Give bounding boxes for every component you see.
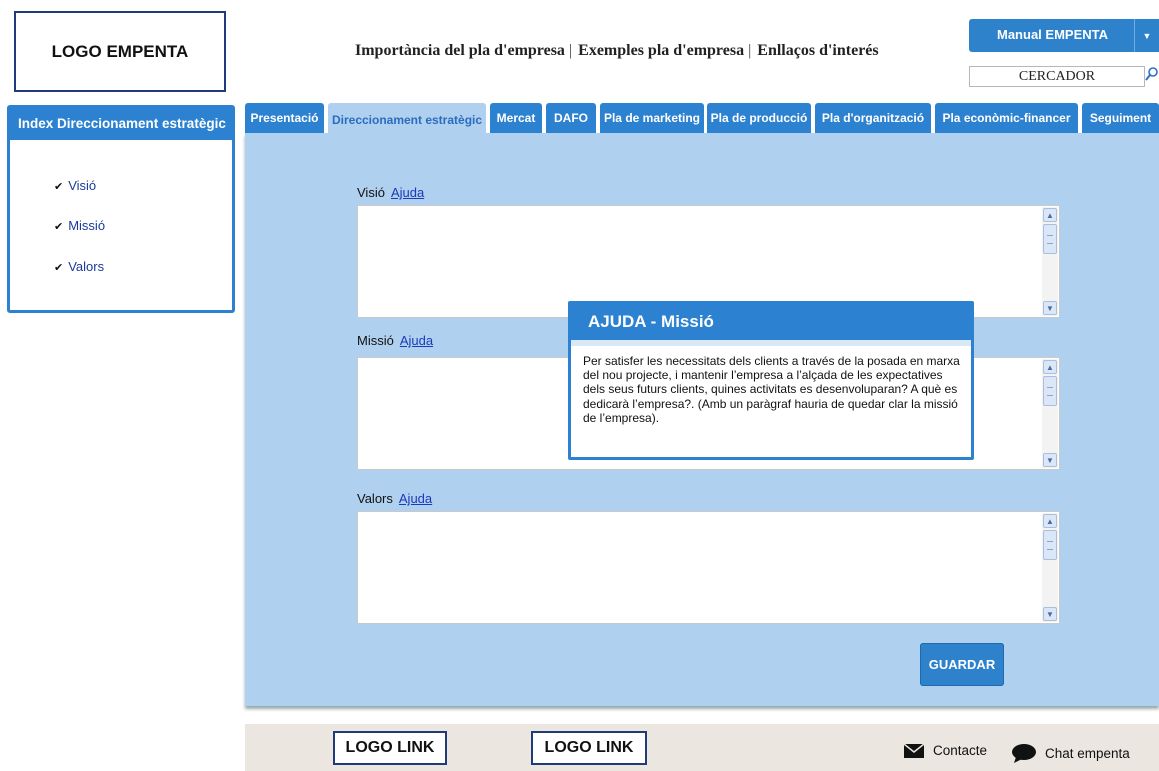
logo[interactable]: LOGO EMPENTA (14, 11, 226, 92)
check-icon: ✔ (54, 262, 64, 274)
help-popup: AJUDA - Missió Per satisfer les necessit… (568, 301, 974, 460)
tab-dafo[interactable]: DAFO (546, 103, 596, 133)
scroll-thumb[interactable] (1043, 530, 1057, 560)
scroll-thumb[interactable] (1043, 224, 1057, 254)
nav-link-enllacos[interactable]: Enllaços d'interés (757, 42, 878, 59)
help-link-visio[interactable]: Ajuda (391, 185, 424, 200)
tab-presentacio[interactable]: Presentació (245, 103, 324, 133)
manual-button-label: Manual EMPENTA (997, 27, 1108, 42)
field-label-text: Visió (357, 185, 385, 200)
help-link-valors[interactable]: Ajuda (399, 491, 432, 506)
popup-title: AJUDA - Missió (571, 304, 971, 340)
nav-link-importancia[interactable]: Importància del pla d'empresa (355, 42, 565, 59)
contact-link[interactable]: Contacte (904, 743, 987, 758)
search-icon[interactable] (1145, 66, 1159, 84)
scrollbar[interactable]: ▲ ▼ (1042, 359, 1058, 468)
scrollbar[interactable]: ▲ ▼ (1042, 513, 1058, 622)
scroll-up-icon[interactable]: ▲ (1043, 360, 1057, 374)
footer-logo-link[interactable]: LOGO LINK (333, 731, 447, 765)
tab-mercat[interactable]: Mercat (490, 103, 542, 133)
sidebar-title: Index Direccionament estratègic (10, 108, 232, 140)
tab-pla-marketing[interactable]: Pla de marketing (600, 103, 704, 133)
sidebar-item-label: Visió (68, 178, 97, 193)
scroll-down-icon[interactable]: ▼ (1043, 453, 1057, 467)
sidebar-item-label: Valors (68, 259, 105, 274)
help-link-missio[interactable]: Ajuda (400, 333, 433, 348)
popup-divider (571, 340, 971, 346)
tab-pla-produccio[interactable]: Pla de producció (707, 103, 811, 133)
tab-pla-economic-financer[interactable]: Pla econòmic-financer (935, 103, 1078, 133)
scroll-up-icon[interactable]: ▲ (1043, 208, 1057, 222)
tab-direccionament-estrategic[interactable]: Direccionament estratègic (328, 103, 486, 136)
check-icon: ✔ (54, 221, 64, 233)
field-label-valors: Valors Ajuda (357, 491, 432, 506)
scrollbar[interactable]: ▲ ▼ (1042, 207, 1058, 316)
chat-bubble-icon (1011, 743, 1037, 763)
save-button[interactable]: GUARDAR (920, 643, 1004, 686)
field-label-text: Missió (357, 333, 394, 348)
contact-label: Contacte (933, 743, 988, 758)
tab-pla-organitzacio[interactable]: Pla d'organització (815, 103, 931, 133)
top-navigation: Importància del pla d'empresa | Exemples p… (355, 42, 879, 60)
sidebar-item-valors[interactable]: ✔ Valors (54, 259, 104, 274)
check-icon: ✔ (54, 181, 64, 193)
envelope-icon (904, 743, 924, 758)
scroll-up-icon[interactable]: ▲ (1043, 514, 1057, 528)
nav-separator: | (748, 42, 752, 59)
search-input[interactable]: CERCADOR (969, 66, 1145, 87)
scroll-down-icon[interactable]: ▼ (1043, 607, 1057, 621)
chat-label: Chat empenta (1045, 745, 1130, 761)
nav-separator: | (568, 42, 573, 59)
chat-link[interactable]: Chat empenta (1011, 743, 1130, 763)
sidebar-item-missio[interactable]: ✔ Missió (54, 218, 105, 233)
footer-logo-link[interactable]: LOGO LINK (531, 731, 647, 765)
scroll-thumb[interactable] (1043, 376, 1057, 406)
sidebar-item-label: Missió (68, 218, 106, 233)
popup-text: Per satisfer les necessitats dels client… (583, 354, 960, 425)
field-label-missio: Missió Ajuda (357, 333, 433, 348)
manual-button[interactable]: Manual EMPENTA ▼ (969, 19, 1159, 52)
tab-seguiment[interactable]: Seguiment (1082, 103, 1159, 133)
field-label-visio: Visió Ajuda (357, 185, 424, 200)
sidebar-item-visio[interactable]: ✔ Visió (54, 178, 96, 193)
nav-link-exemples[interactable]: Exemples pla d'empresa (578, 42, 744, 59)
dropdown-caret-icon[interactable]: ▼ (1134, 19, 1159, 52)
field-label-text: Valors (357, 491, 393, 506)
scroll-down-icon[interactable]: ▼ (1043, 301, 1057, 315)
valors-textarea[interactable]: ▲ ▼ (357, 511, 1060, 624)
sidebar-index: Index Direccionament estratègic ✔ Visió ✔… (7, 105, 235, 313)
